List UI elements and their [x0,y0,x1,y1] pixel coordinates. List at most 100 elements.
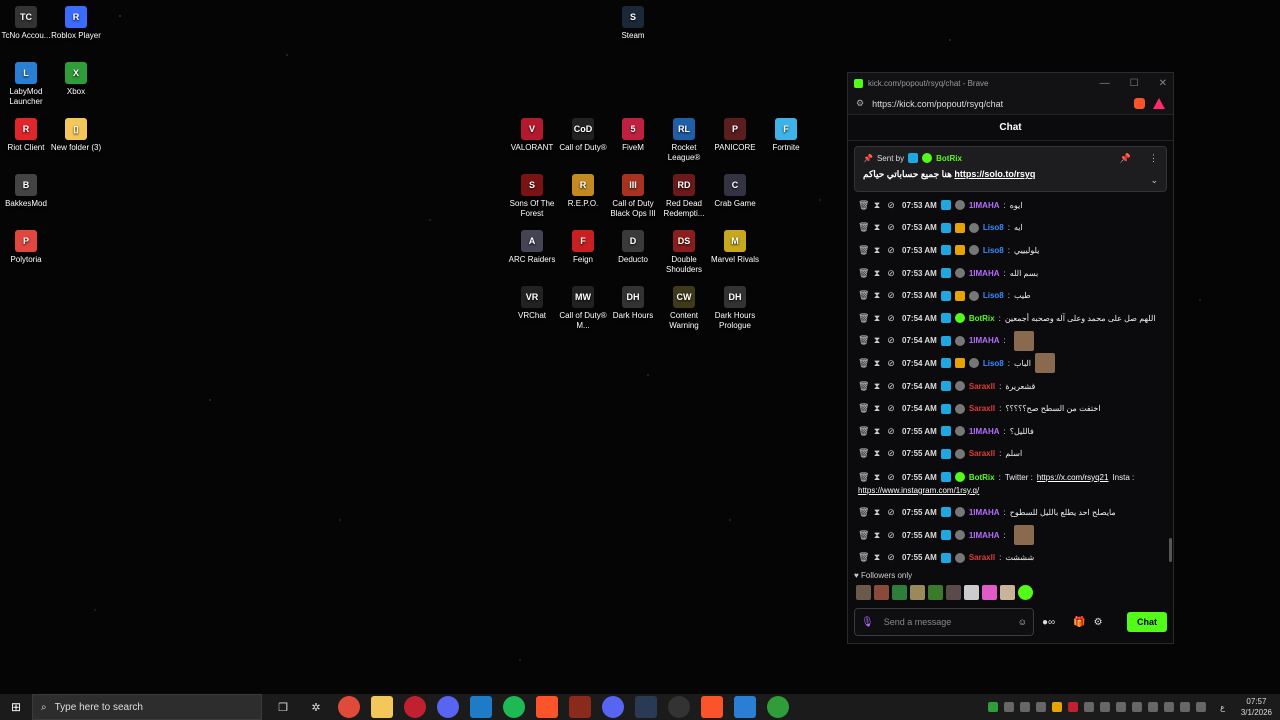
desktop-icon[interactable]: X Xbox [50,62,102,97]
desktop-icon[interactable]: R R.E.P.O. [557,174,609,209]
microphone-icon[interactable]: 🎙 [861,617,874,628]
message-username[interactable]: Saraxll [969,382,995,391]
emote[interactable] [946,585,961,600]
desktop-icon[interactable]: DH Dark Hours [607,286,659,321]
language-indicator[interactable]: ع [1220,703,1225,712]
windows-start-icon[interactable]: ⊞ [0,700,32,714]
desktop-icon[interactable]: D Deducto [607,230,659,265]
tray-icon[interactable] [1116,702,1127,712]
delete-icon[interactable]: 🗑 [858,507,869,518]
ban-icon[interactable]: ⊘ [886,313,896,324]
emote[interactable] [1000,585,1015,600]
message-username[interactable]: Liso8 [983,246,1004,255]
more-options-icon[interactable]: ⋮ [1149,153,1158,164]
delete-icon[interactable]: 🗑 [858,530,869,541]
brave-shields-icon[interactable] [1134,98,1145,109]
desktop-icon[interactable]: V VALORANT [506,118,558,153]
delete-icon[interactable]: 🗑 [858,426,869,437]
emote[interactable] [964,585,979,600]
ban-icon[interactable]: ⊘ [886,335,896,346]
delete-icon[interactable]: 🗑 [858,200,869,211]
desktop-icon[interactable]: RD Red Dead Redempti... [658,174,710,219]
tray-icon[interactable] [1052,702,1063,712]
spotify-icon[interactable] [503,696,525,718]
desktop-icon[interactable]: P PANICORE [709,118,761,153]
points-icon[interactable]: ●∞ [1042,617,1055,628]
site-settings-icon[interactable]: ⚙ [856,98,864,109]
timeout-icon[interactable]: ⧗ [872,381,882,392]
tray-icon[interactable] [1020,702,1031,712]
delete-icon[interactable]: 🗑 [858,552,869,563]
message-username[interactable]: Liso8 [983,359,1004,368]
tray-icon[interactable] [1132,702,1143,712]
store-icon[interactable] [734,696,756,718]
ban-icon[interactable]: ⊘ [886,426,896,437]
pinned-sender[interactable]: BotRix [936,154,962,163]
close-button[interactable]: ✕ [1159,78,1167,89]
message-username[interactable]: 1IMAHA [969,269,1000,278]
search-placeholder[interactable]: Type here to search [55,702,143,713]
delete-icon[interactable]: 🗑 [858,268,869,279]
message-username[interactable]: Saraxll [969,449,995,458]
desktop-icon[interactable]: L LabyMod Launcher [0,62,52,107]
ban-icon[interactable]: ⊘ [886,472,896,483]
ban-icon[interactable]: ⊘ [886,200,896,211]
emote[interactable] [1018,585,1033,600]
emote[interactable] [982,585,997,600]
desktop-icon[interactable]: P Polytoria [0,230,52,265]
timeout-icon[interactable]: ⧗ [872,472,882,483]
delete-icon[interactable]: 🗑 [858,381,869,392]
ban-icon[interactable]: ⊘ [886,245,896,256]
microphone-tray-icon[interactable] [1100,702,1111,712]
maximize-button[interactable]: ☐ [1130,78,1139,89]
timeout-icon[interactable]: ⧗ [872,552,882,563]
desktop-icon[interactable]: C Crab Game [709,174,761,209]
desktop-icon[interactable]: S Sons Of The Forest [506,174,558,219]
timeout-icon[interactable]: ⧗ [872,335,882,346]
task-view-icon[interactable]: ❐ [272,696,294,718]
xbox-icon[interactable] [767,696,789,718]
emote[interactable] [892,585,907,600]
emote[interactable] [874,585,889,600]
message-username[interactable]: Saraxll [969,553,995,562]
desktop-icon[interactable]: III Call of Duty Black Ops III [607,174,659,219]
timeout-icon[interactable]: ⧗ [872,245,882,256]
brave-icon[interactable] [701,696,723,718]
desktop-icon[interactable]: 5 FiveM [607,118,659,153]
chat-input-placeholder[interactable]: Send a message [884,617,952,627]
ban-icon[interactable]: ⊘ [886,381,896,392]
ban-icon[interactable]: ⊘ [886,448,896,459]
desktop-icon[interactable]: A ARC Raiders [506,230,558,265]
discord-icon[interactable] [437,696,459,718]
emote[interactable] [928,585,943,600]
message-username[interactable]: 1IMAHA [969,427,1000,436]
app-icon[interactable] [470,696,492,718]
delete-icon[interactable]: 🗑 [858,222,869,233]
desktop-icon[interactable]: CoD Call of Duty® [557,118,609,153]
steamvr-icon[interactable]: ✲ [305,696,327,718]
brave-rewards-icon[interactable] [1153,98,1165,109]
ban-icon[interactable]: ⊘ [886,552,896,563]
message-link[interactable]: https://x.com/rsyq21 [1037,473,1109,482]
chat-scrollbar[interactable] [1169,538,1172,562]
tray-icon[interactable] [1068,702,1079,712]
desktop-icon[interactable]: R Roblox Player [50,6,102,41]
delete-icon[interactable]: 🗑 [858,448,869,459]
settings-icon[interactable]: ⚙ [1094,617,1103,628]
message-username[interactable]: Liso8 [983,291,1004,300]
desktop-icon[interactable]: R Riot Client [0,118,52,153]
desktop-icon[interactable]: CW Content Warning [658,286,710,331]
ban-icon[interactable]: ⊘ [886,507,896,518]
timeout-icon[interactable]: ⧗ [872,313,882,324]
delete-icon[interactable]: 🗑 [858,335,869,346]
message-username[interactable]: 1IMAHA [969,531,1000,540]
ban-icon[interactable]: ⊘ [886,530,896,541]
discord-icon[interactable] [602,696,624,718]
chevron-down-icon[interactable]: ⌄ [1150,175,1158,186]
ban-icon[interactable]: ⊘ [886,268,896,279]
desktop-icon[interactable]: F Fortnite [760,118,812,153]
steam-icon[interactable] [635,696,657,718]
message-username[interactable]: 1IMAHA [969,201,1000,210]
message-username[interactable]: 1IMAHA [969,336,1000,345]
timeout-icon[interactable]: ⧗ [872,426,882,437]
